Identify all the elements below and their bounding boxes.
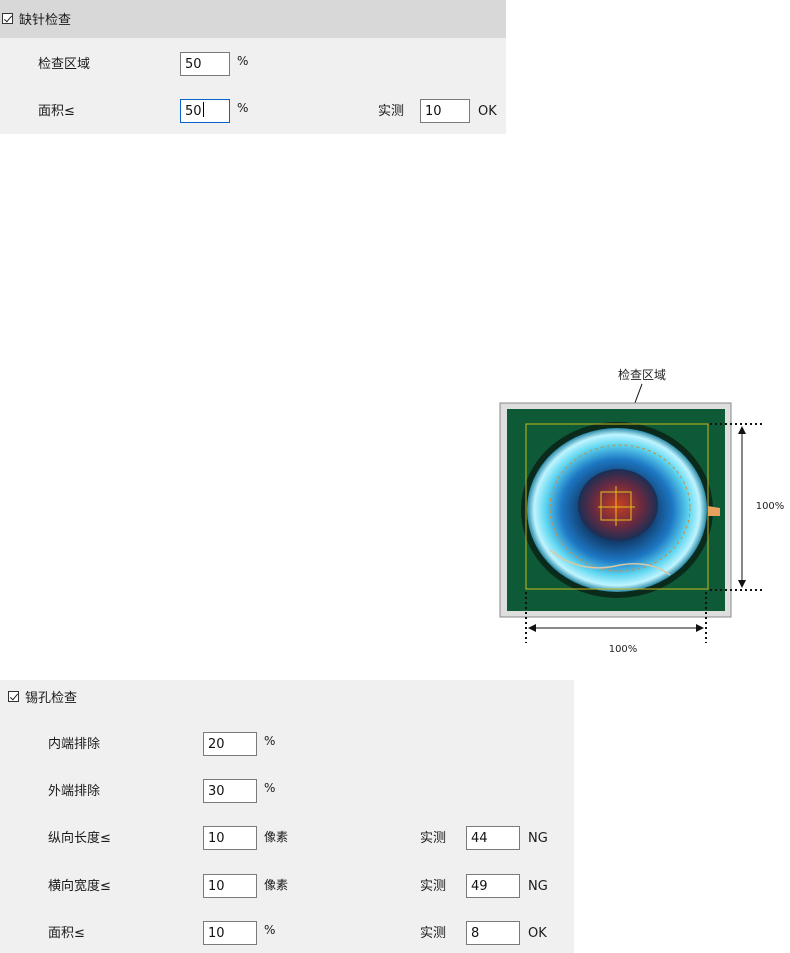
vertical-measured-label: 实测	[420, 831, 447, 846]
hole-area-measured-label: 实测	[420, 926, 447, 941]
missing-pin-checkbox[interactable]	[2, 13, 13, 24]
missing-pin-header-row: 缺针检查	[2, 9, 71, 28]
pin-hole	[578, 469, 658, 541]
hole-area-result-badge: OK	[528, 926, 547, 941]
horizontal-measured-field: 49	[466, 874, 520, 898]
area-max-unit: %	[237, 101, 249, 115]
height-arrow-bottom	[738, 580, 746, 588]
inner-exclude-unit: %	[264, 734, 276, 748]
inspection-area-input[interactable]: 50	[180, 52, 230, 76]
hole-area-input[interactable]: 10	[203, 921, 257, 945]
area-max-input[interactable]: 50	[180, 99, 230, 123]
inspection-area-unit: %	[237, 54, 249, 68]
vertical-result-badge: NG	[528, 831, 548, 846]
solder-hole-header-row: 锡孔检查	[8, 687, 77, 706]
vertical-length-input[interactable]: 10	[203, 826, 257, 850]
height-arrow-top	[738, 426, 746, 434]
inspection-area-diagram: 检查区域 100% 100%	[480, 360, 790, 660]
solder-hole-checkbox[interactable]	[8, 691, 19, 702]
hole-area-label: 面积≤	[48, 926, 85, 941]
area-measured-label: 实测	[378, 104, 405, 119]
missing-pin-title: 缺针检查	[19, 13, 72, 28]
area-measured-field: 10	[420, 99, 470, 123]
inspection-area-label: 检查区域	[38, 57, 91, 72]
missing-pin-header	[0, 0, 506, 38]
inner-exclude-input[interactable]: 20	[203, 732, 257, 756]
missing-pin-panel: 缺针检查 检查区域 50 % 面积≤ 50 % 实测 10 OK	[0, 0, 506, 134]
width-percent-label: 100%	[609, 644, 638, 655]
area-max-label: 面积≤	[38, 104, 75, 119]
hole-area-measured-field: 8	[466, 921, 520, 945]
outer-exclude-unit: %	[264, 781, 276, 795]
horizontal-width-input[interactable]: 10	[203, 874, 257, 898]
width-arrow-left	[528, 624, 536, 632]
height-percent-label: 100%	[756, 501, 785, 512]
horizontal-result-badge: NG	[528, 879, 548, 894]
outer-exclude-input[interactable]: 30	[203, 779, 257, 803]
vertical-measured-field: 44	[466, 826, 520, 850]
hole-area-unit: %	[264, 923, 276, 937]
diagram-svg: 检查区域 100% 100%	[499, 367, 785, 655]
horizontal-width-label: 横向宽度≤	[48, 879, 111, 894]
text-caret	[202, 102, 204, 117]
vertical-length-unit: 像素	[264, 830, 289, 844]
vertical-length-label: 纵向长度≤	[48, 831, 111, 846]
inner-exclude-label: 内端排除	[48, 737, 101, 752]
horizontal-width-unit: 像素	[264, 878, 289, 892]
diagram-callout-label: 检查区域	[618, 367, 666, 382]
area-result-badge: OK	[478, 104, 497, 119]
solder-hole-panel: 锡孔检查 内端排除 20 % 外端排除 30 % 纵向长度≤ 10 像素 实测 …	[0, 680, 574, 953]
width-arrow-right	[696, 624, 704, 632]
solder-hole-title: 锡孔检查	[25, 691, 78, 706]
outer-exclude-label: 外端排除	[48, 784, 101, 799]
horizontal-measured-label: 实测	[420, 879, 447, 894]
